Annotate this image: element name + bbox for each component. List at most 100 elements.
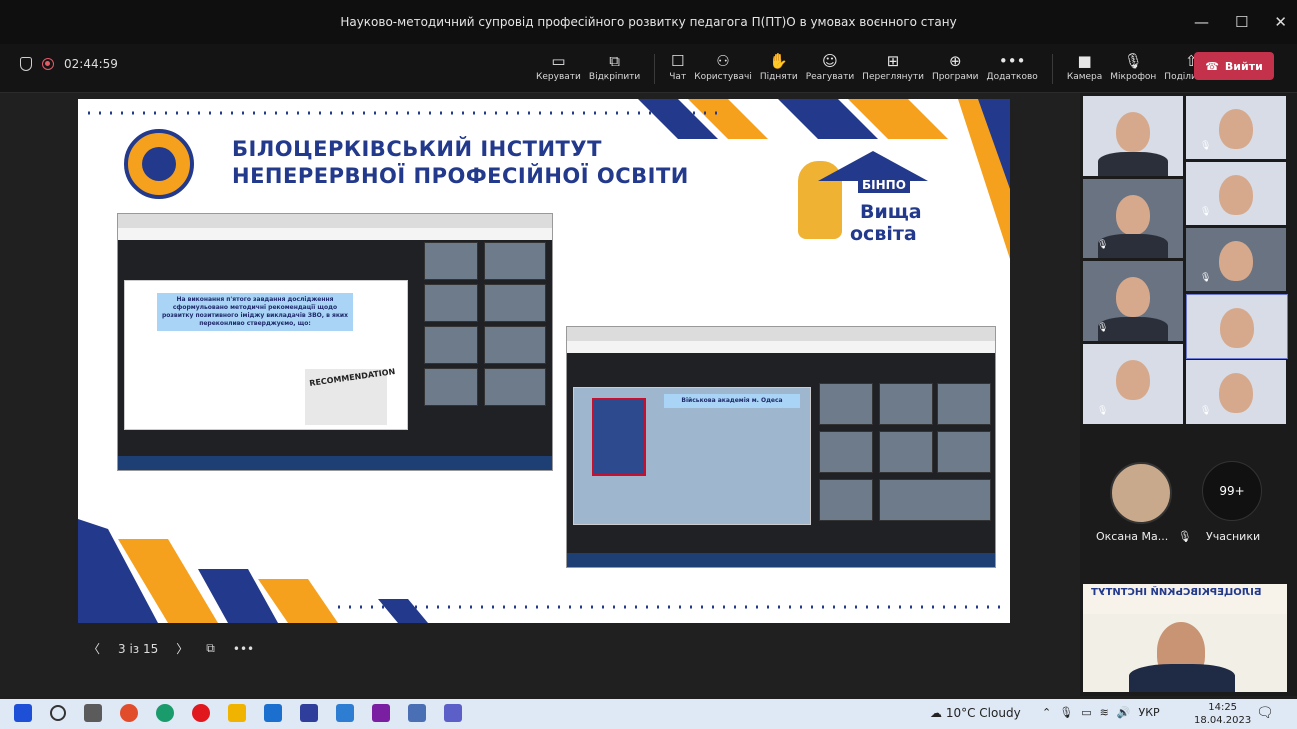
participant-face <box>1219 372 1253 413</box>
participant-face <box>1220 307 1254 348</box>
toolbar-button-label: Підняти <box>759 72 798 82</box>
video-tile[interactable]: 🎙 <box>1083 261 1183 341</box>
presentation-slide: БІЛОЦЕРКІВСЬКИЙ ІНСТИТУТ НЕПЕРЕРВНОЇ ПРО… <box>78 99 1010 623</box>
folder-icon[interactable] <box>228 704 246 722</box>
video-tile[interactable]: 🎙 <box>1186 228 1286 291</box>
maximize-button[interactable]: ☐ <box>1235 13 1248 31</box>
photo-slide-caption: Військова академія м. Одеса <box>664 394 800 408</box>
video-tile[interactable] <box>1186 294 1288 359</box>
mail-icon[interactable] <box>264 704 282 722</box>
meet-tile <box>937 383 991 425</box>
participant-face <box>1116 360 1150 400</box>
weather-widget[interactable]: ☁ 10°C Cloudy <box>930 706 1021 720</box>
toolbar-button[interactable]: ▭ Керувати <box>536 50 581 82</box>
app-icon[interactable] <box>120 704 138 722</box>
apps-icon: ⊕ <box>948 52 962 70</box>
toolbar-button-label: Чат <box>669 72 687 82</box>
meet-tile <box>424 242 478 280</box>
toolbar-separator <box>1051 54 1053 84</box>
start-icon[interactable] <box>14 704 32 722</box>
shared-screen-stage: БІЛОЦЕРКІВСЬКИЙ ІНСТИТУТ НЕПЕРЕРВНОЇ ПРО… <box>0 93 1080 696</box>
video-tile[interactable]: 🎙 <box>1083 179 1183 258</box>
video-tile[interactable]: 🎙 <box>1186 360 1286 424</box>
toolbar-button[interactable]: 🎙 Мікрофон <box>1110 50 1156 82</box>
mic-off-icon: 🎙 <box>1200 141 1212 151</box>
browser-chrome <box>567 327 995 341</box>
manage-icon: ▭ <box>551 52 566 70</box>
save-icon[interactable] <box>300 704 318 722</box>
toolbar-button-label: Програми <box>931 72 979 82</box>
meet-window: На виконання п'ятого завдання дослідженн… <box>118 240 552 470</box>
title-bar: Науково-методичний супровід професійного… <box>0 0 1297 44</box>
participant-face <box>1219 240 1253 281</box>
slide-screenshot-1: На виконання п'ятого завдання дослідженн… <box>117 213 553 471</box>
browser-url-bar <box>567 341 995 353</box>
mini-taskbar <box>118 456 552 470</box>
edge-icon[interactable] <box>156 704 174 722</box>
meet-tile <box>484 284 546 322</box>
phone-icon: ☎ <box>1205 59 1219 73</box>
toolbar-button[interactable]: ⧉ Відкріпити <box>589 50 640 82</box>
toolbar-button[interactable]: ⊕ Програми <box>932 50 979 82</box>
language-indicator[interactable]: УКР <box>1139 706 1160 719</box>
toolbar-button-label: Переглянути <box>862 72 924 82</box>
toolbar-button[interactable]: ✋ Підняти <box>760 50 798 82</box>
onenote-icon[interactable] <box>372 704 390 722</box>
participant-count-label: Учасники <box>1206 530 1261 543</box>
teams-icon[interactable] <box>444 704 462 722</box>
video-tile[interactable]: 🎙 <box>1186 96 1286 159</box>
battery-icon[interactable]: ▭ <box>1081 706 1091 719</box>
video-tile[interactable]: 🎙 <box>1186 162 1286 225</box>
browser-chrome <box>118 214 552 228</box>
more-icon[interactable]: ••• <box>233 642 254 656</box>
toolbar-button[interactable]: ⚇ Користувачі <box>694 50 752 82</box>
participant-body <box>1129 664 1235 692</box>
slide-counter: 3 із 15 <box>118 641 159 656</box>
window-title: Науково-методичний супровід професійного… <box>340 15 957 29</box>
app-icon[interactable] <box>408 704 426 722</box>
opera-icon[interactable] <box>192 704 210 722</box>
volume-icon[interactable]: 🔊 <box>1117 706 1131 719</box>
toolbar-button[interactable]: ■ Камера <box>1067 50 1102 82</box>
meet-tile <box>484 326 546 364</box>
leave-button[interactable]: ☎ Вийти <box>1194 52 1274 80</box>
next-slide-button[interactable]: 〉 <box>176 640 188 657</box>
video-tile[interactable]: 🎙 <box>1083 344 1183 424</box>
participant-body <box>1098 317 1168 341</box>
mic-icon[interactable]: 🎙 <box>1059 706 1073 719</box>
taskbar-clock[interactable]: 14:25 18.04.2023 <box>1194 701 1251 727</box>
participant-count[interactable]: 99+ <box>1202 461 1262 521</box>
meet-tile <box>484 242 546 280</box>
mic-off-icon: 🎙 <box>1200 406 1212 416</box>
clock-date: 18.04.2023 <box>1194 715 1252 726</box>
task-view-icon[interactable] <box>84 704 102 722</box>
slide-grid-icon[interactable]: ⧉ <box>206 641 215 656</box>
meet-tile <box>819 431 873 473</box>
self-view-tile[interactable]: БІЛОЦЕРКІВСЬКИЙ ІНСТИТУТ <box>1083 584 1287 692</box>
toolbar-button[interactable]: ☐ Чат <box>669 50 686 82</box>
mic-off-icon: 🎙 <box>1123 52 1143 70</box>
mic-off-icon: 🎙 <box>1177 530 1192 543</box>
participant-avatar[interactable] <box>1110 462 1172 524</box>
toolbar-button[interactable]: ••• Додатково <box>987 50 1038 82</box>
chevron-up-icon[interactable]: ⌃ <box>1042 706 1051 719</box>
participant-body <box>1098 152 1168 176</box>
wifi-icon[interactable]: ≋ <box>1100 706 1109 719</box>
toolbar-separator <box>654 54 656 84</box>
close-button[interactable]: ✕ <box>1274 13 1287 31</box>
decor-stripe <box>378 599 428 623</box>
meeting-status: 02:44:59 <box>20 57 118 71</box>
toolbar-button[interactable]: ⊞ Переглянути <box>862 50 924 82</box>
notification-icon[interactable]: 🗨 <box>1256 705 1274 721</box>
mic-off-icon: 🎙 <box>1097 240 1109 250</box>
minimize-button[interactable]: — <box>1194 13 1209 31</box>
toolbar-button[interactable]: ☺ Реагувати <box>806 50 854 82</box>
prev-slide-button[interactable]: 〈 <box>88 640 100 657</box>
participant-face <box>1116 112 1150 152</box>
video-tile[interactable] <box>1083 96 1183 176</box>
logo-tag: БІНПО <box>858 177 910 193</box>
meet-tile <box>879 479 991 521</box>
play-icon[interactable] <box>336 704 354 722</box>
meet-tile <box>879 383 933 425</box>
search-icon[interactable] <box>50 705 66 721</box>
